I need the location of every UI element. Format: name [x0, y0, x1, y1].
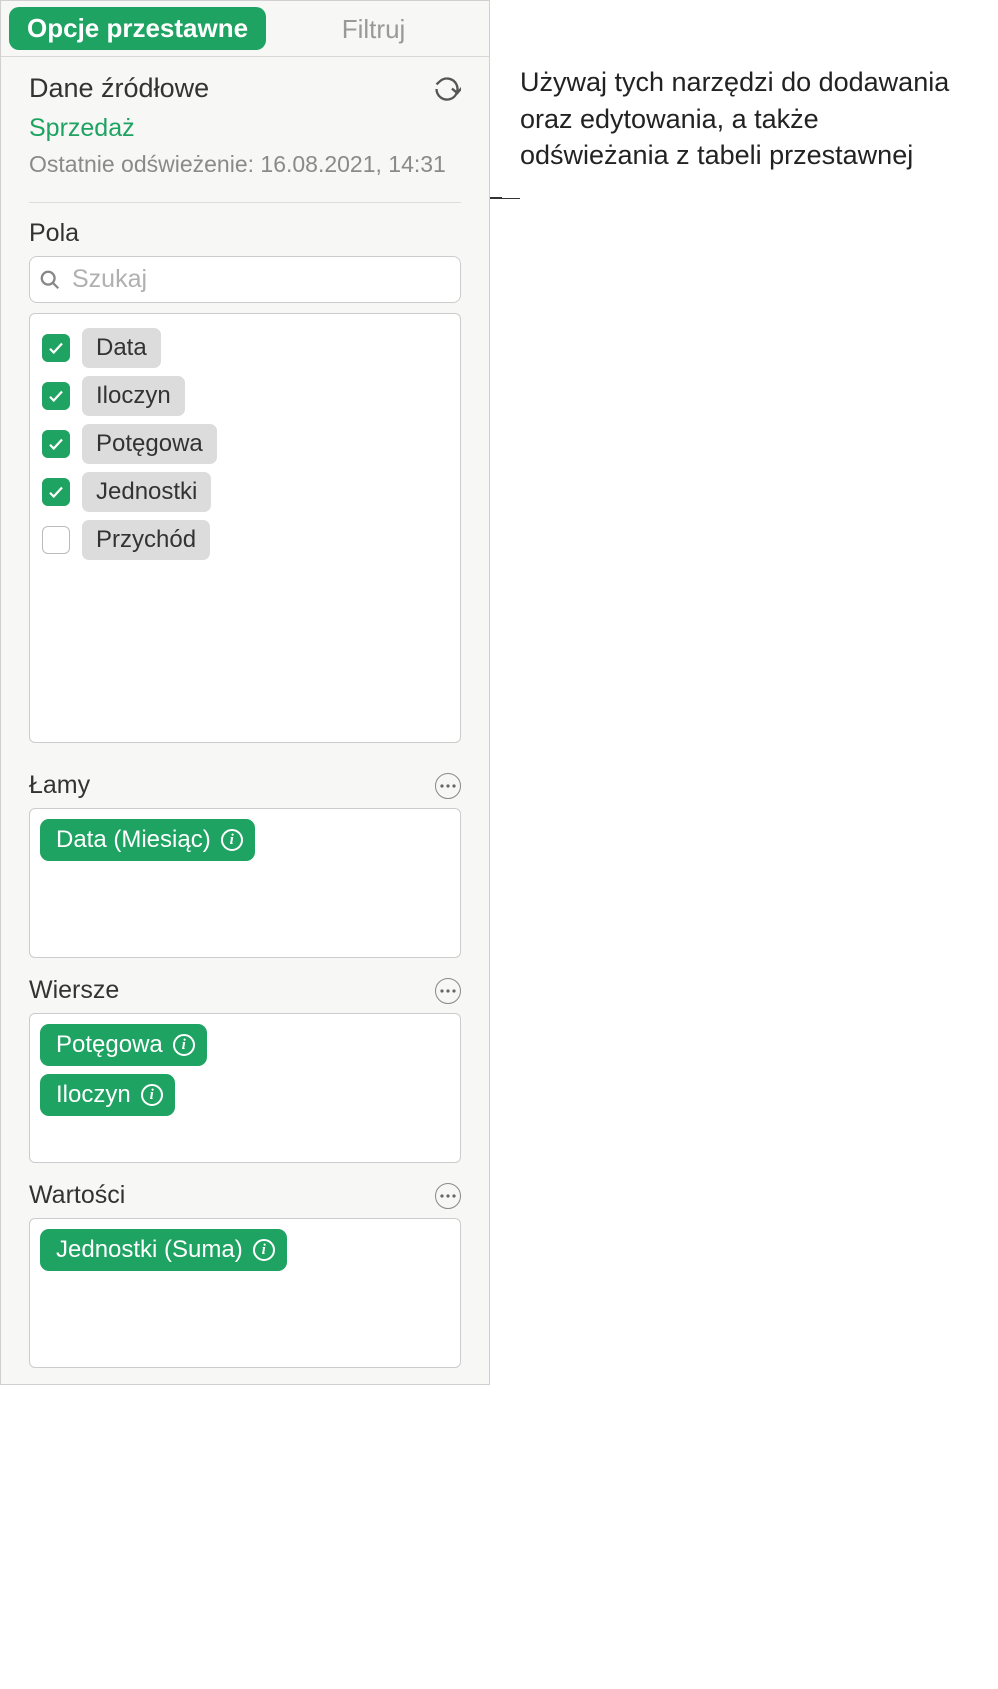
- fields-list: Data Iloczyn Potęgowa Jednostki Przychód: [29, 313, 461, 743]
- columns-zone[interactable]: Data (Miesiąc) i: [29, 808, 461, 958]
- zone-field-pill[interactable]: Iloczyn i: [40, 1074, 175, 1116]
- zone-field-label: Potęgowa: [56, 1031, 163, 1059]
- zone-field-pill[interactable]: Data (Miesiąc) i: [40, 819, 255, 861]
- tab-bar: Opcje przestawne Filtruj: [1, 1, 489, 57]
- rows-more-icon[interactable]: [435, 978, 461, 1004]
- field-checkbox[interactable]: [42, 478, 70, 506]
- field-checkbox[interactable]: [42, 334, 70, 362]
- columns-zone-header: Łamy: [1, 771, 489, 800]
- search-input[interactable]: [29, 256, 461, 303]
- values-zone-header: Wartości: [1, 1181, 489, 1210]
- tab-pivot-options[interactable]: Opcje przestawne: [9, 7, 266, 50]
- field-pill[interactable]: Jednostki: [82, 472, 211, 512]
- values-more-icon[interactable]: [435, 1183, 461, 1209]
- zone-field-pill[interactable]: Jednostki (Suma) i: [40, 1229, 287, 1271]
- callout: Używaj tych narzędzi do dodawania oraz e…: [490, 0, 960, 208]
- zone-field-label: Iloczyn: [56, 1081, 131, 1109]
- pivot-options-panel: Opcje przestawne Filtruj Dane źródłowe S…: [0, 0, 490, 1385]
- field-pill[interactable]: Data: [82, 328, 161, 368]
- zone-field-pill[interactable]: Potęgowa i: [40, 1024, 207, 1066]
- source-data-title: Dane źródłowe: [29, 73, 209, 104]
- field-row: Jednostki: [42, 468, 448, 516]
- info-icon[interactable]: i: [221, 829, 243, 851]
- field-pill[interactable]: Przychód: [82, 520, 210, 560]
- fields-section: Pola Data Iloczyn Potęgowa Jednostki Przychó…: [1, 203, 489, 753]
- refresh-icon[interactable]: [433, 75, 461, 103]
- zone-field-label: Data (Miesiąc): [56, 826, 211, 854]
- info-icon[interactable]: i: [141, 1084, 163, 1106]
- field-checkbox[interactable]: [42, 430, 70, 458]
- field-checkbox[interactable]: [42, 382, 70, 410]
- fields-label: Pola: [29, 219, 461, 248]
- source-data-section: Dane źródłowe Sprzedaż Ostatnie odświeże…: [1, 57, 489, 188]
- source-table-name[interactable]: Sprzedaż: [29, 114, 461, 143]
- callout-text: Używaj tych narzędzi do dodawania oraz e…: [520, 64, 960, 173]
- info-icon[interactable]: i: [173, 1034, 195, 1056]
- last-refresh-timestamp: Ostatnie odświeżenie: 16.08.2021, 14:31: [29, 151, 461, 178]
- field-row: Iloczyn: [42, 372, 448, 420]
- values-zone-title: Wartości: [29, 1181, 125, 1210]
- field-row: Data: [42, 324, 448, 372]
- field-row: Przychód: [42, 516, 448, 564]
- columns-more-icon[interactable]: [435, 773, 461, 799]
- field-checkbox[interactable]: [42, 526, 70, 554]
- tab-filter[interactable]: Filtruj: [266, 8, 481, 55]
- rows-zone[interactable]: Potęgowa i Iloczyn i: [29, 1013, 461, 1163]
- search-icon: [39, 269, 61, 291]
- rows-zone-title: Wiersze: [29, 976, 119, 1005]
- rows-zone-header: Wiersze: [1, 976, 489, 1005]
- field-pill[interactable]: Iloczyn: [82, 376, 185, 416]
- columns-zone-title: Łamy: [29, 771, 90, 800]
- field-row: Potęgowa: [42, 420, 448, 468]
- info-icon[interactable]: i: [253, 1239, 275, 1261]
- values-zone[interactable]: Jednostki (Suma) i: [29, 1218, 461, 1368]
- field-pill[interactable]: Potęgowa: [82, 424, 217, 464]
- zone-field-label: Jednostki (Suma): [56, 1236, 243, 1264]
